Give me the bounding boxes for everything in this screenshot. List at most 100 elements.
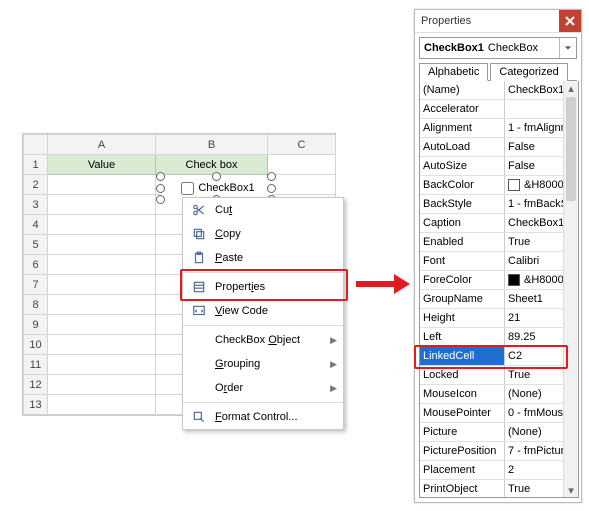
cell-c1[interactable] bbox=[268, 155, 336, 175]
property-row[interactable]: AutoLoadFalse bbox=[420, 138, 578, 157]
property-row[interactable]: (Name)CheckBox1 bbox=[420, 81, 578, 100]
cell[interactable] bbox=[48, 375, 156, 395]
property-name: BackColor bbox=[420, 176, 505, 195]
resize-handle[interactable] bbox=[156, 172, 165, 181]
select-all-corner[interactable] bbox=[24, 135, 48, 155]
row-header[interactable]: 12 bbox=[24, 375, 48, 395]
cell[interactable] bbox=[48, 295, 156, 315]
cell[interactable] bbox=[268, 175, 336, 195]
checkbox-input[interactable] bbox=[181, 182, 194, 195]
property-row[interactable]: Height21 bbox=[420, 309, 578, 328]
property-row[interactable]: GroupNameSheet1 bbox=[420, 290, 578, 309]
cell[interactable] bbox=[48, 275, 156, 295]
menu-paste[interactable]: Paste bbox=[183, 246, 343, 270]
property-row[interactable]: Placement2 bbox=[420, 461, 578, 480]
code-icon bbox=[189, 304, 209, 318]
row-header[interactable]: 2 bbox=[24, 175, 48, 195]
row-header[interactable]: 5 bbox=[24, 235, 48, 255]
property-name: BackStyle bbox=[420, 195, 505, 214]
col-header-c[interactable]: C bbox=[268, 135, 336, 155]
property-row[interactable]: MouseIcon(None) bbox=[420, 385, 578, 404]
property-name: AutoSize bbox=[420, 157, 505, 176]
resize-handle[interactable] bbox=[267, 172, 276, 181]
menu-view-code[interactable]: View Code bbox=[183, 299, 343, 323]
property-row[interactable]: BackStyle1 - fmBackSt bbox=[420, 195, 578, 214]
properties-title: Properties bbox=[421, 15, 559, 27]
property-row[interactable]: LinkedCellC2 bbox=[420, 347, 578, 366]
cell-a1[interactable]: Value bbox=[48, 155, 156, 175]
property-row[interactable]: PrintObjectTrue bbox=[420, 480, 578, 499]
row-header[interactable]: 1 bbox=[24, 155, 48, 175]
cell[interactable] bbox=[48, 315, 156, 335]
cell[interactable] bbox=[48, 355, 156, 375]
resize-handle[interactable] bbox=[156, 184, 165, 193]
copy-icon bbox=[189, 227, 209, 241]
cell[interactable] bbox=[48, 215, 156, 235]
row-header[interactable]: 6 bbox=[24, 255, 48, 275]
property-row[interactable]: CaptionCheckBox1 bbox=[420, 214, 578, 233]
object-type: CheckBox bbox=[488, 42, 538, 54]
property-row[interactable]: Picture(None) bbox=[420, 423, 578, 442]
scrollbar[interactable]: ▴ ▾ bbox=[563, 81, 578, 497]
row-header[interactable]: 7 bbox=[24, 275, 48, 295]
menu-cut[interactable]: Cut bbox=[183, 198, 343, 222]
property-row[interactable]: Accelerator bbox=[420, 100, 578, 119]
chevron-down-icon[interactable] bbox=[559, 38, 576, 58]
property-name: MouseIcon bbox=[420, 385, 505, 404]
menu-label: Properties bbox=[209, 281, 337, 293]
scroll-down-button[interactable]: ▾ bbox=[564, 483, 578, 497]
cell[interactable] bbox=[48, 255, 156, 275]
cell-b1[interactable]: Check box bbox=[156, 155, 268, 175]
property-name: PicturePosition bbox=[420, 442, 505, 461]
cell[interactable] bbox=[48, 235, 156, 255]
scroll-up-button[interactable]: ▴ bbox=[564, 81, 578, 95]
property-row[interactable]: PicturePosition7 - fmPicture bbox=[420, 442, 578, 461]
row-header[interactable]: 3 bbox=[24, 195, 48, 215]
properties-titlebar[interactable]: Properties bbox=[415, 10, 581, 33]
property-row[interactable]: EnabledTrue bbox=[420, 233, 578, 252]
row-header[interactable]: 9 bbox=[24, 315, 48, 335]
paste-icon bbox=[189, 251, 209, 265]
property-name: ForeColor bbox=[420, 271, 505, 290]
property-row[interactable]: FontCalibri bbox=[420, 252, 578, 271]
row-header[interactable]: 10 bbox=[24, 335, 48, 355]
cell[interactable] bbox=[48, 395, 156, 415]
cell[interactable] bbox=[48, 335, 156, 355]
property-name: Locked bbox=[420, 366, 505, 385]
resize-handle[interactable] bbox=[156, 195, 165, 204]
property-row[interactable]: AutoSizeFalse bbox=[420, 157, 578, 176]
object-selector[interactable]: CheckBox1 CheckBox bbox=[419, 37, 577, 59]
properties-list[interactable]: (Name)CheckBox1AcceleratorAlignment1 - f… bbox=[419, 81, 579, 498]
menu-order[interactable]: Order ▶ bbox=[183, 376, 343, 400]
resize-handle[interactable] bbox=[267, 184, 276, 193]
property-row[interactable]: LockedTrue bbox=[420, 366, 578, 385]
resize-handle[interactable] bbox=[212, 172, 221, 181]
scroll-thumb[interactable] bbox=[566, 97, 576, 201]
menu-checkbox-object[interactable]: CheckBox Object ▶ bbox=[183, 328, 343, 352]
property-row[interactable]: Left89.25 bbox=[420, 328, 578, 347]
col-header-b[interactable]: B bbox=[156, 135, 268, 155]
row-header[interactable]: 4 bbox=[24, 215, 48, 235]
menu-copy[interactable]: Copy bbox=[183, 222, 343, 246]
row-header[interactable]: 8 bbox=[24, 295, 48, 315]
close-button[interactable] bbox=[559, 10, 581, 32]
properties-window[interactable]: Properties CheckBox1 CheckBox Alphabetic… bbox=[414, 9, 582, 503]
property-name: GroupName bbox=[420, 290, 505, 309]
menu-format-control[interactable]: Format Control... bbox=[183, 405, 343, 429]
menu-properties[interactable]: Properties bbox=[183, 275, 343, 299]
property-row[interactable]: BackColor&H80000 bbox=[420, 176, 578, 195]
menu-label: View Code bbox=[209, 305, 337, 317]
property-row[interactable]: MousePointer0 - fmMouse bbox=[420, 404, 578, 423]
menu-label: Paste bbox=[209, 252, 337, 264]
menu-label: Grouping bbox=[209, 358, 326, 370]
menu-grouping[interactable]: Grouping ▶ bbox=[183, 352, 343, 376]
cell[interactable] bbox=[48, 175, 156, 195]
tab-categorized[interactable]: Categorized bbox=[490, 63, 567, 81]
property-row[interactable]: Alignment1 - fmAlignm bbox=[420, 119, 578, 138]
row-header[interactable]: 13 bbox=[24, 395, 48, 415]
col-header-a[interactable]: A bbox=[48, 135, 156, 155]
cell[interactable] bbox=[48, 195, 156, 215]
tab-alphabetic[interactable]: Alphabetic bbox=[419, 63, 488, 81]
row-header[interactable]: 11 bbox=[24, 355, 48, 375]
property-row[interactable]: ForeColor&H80000 bbox=[420, 271, 578, 290]
